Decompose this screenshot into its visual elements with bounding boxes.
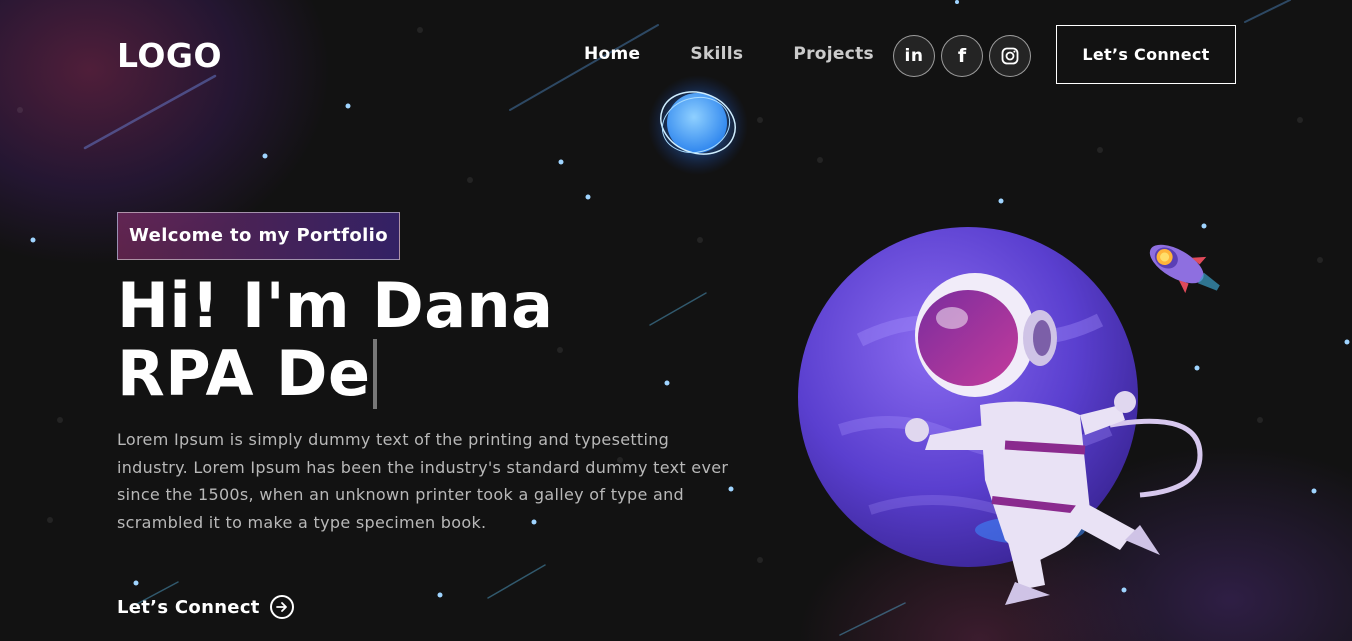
welcome-tagline: Welcome to my Portfolio (117, 212, 400, 260)
hero-role-typing: RPA De (117, 337, 371, 410)
hero-connect-label: Let’s Connect (117, 596, 260, 618)
linkedin-icon: in (904, 46, 924, 66)
typing-cursor (372, 339, 377, 409)
facebook-button[interactable]: f (941, 35, 983, 77)
hero-connect-link[interactable]: Let’s Connect (117, 595, 294, 619)
glowing-planet-icon (648, 75, 748, 175)
hero-heading: Hi! I'm Dana RPA De (117, 272, 554, 409)
nav-skills[interactable]: Skills (690, 44, 743, 64)
astronaut-illustration (798, 227, 1203, 605)
nav-projects[interactable]: Projects (793, 44, 874, 64)
logo[interactable]: LOGO (117, 36, 222, 75)
nav-home[interactable]: Home (584, 44, 640, 64)
lets-connect-button[interactable]: Let’s Connect (1056, 25, 1236, 84)
main-nav: Home Skills Projects (584, 44, 874, 64)
instagram-button[interactable] (989, 35, 1031, 77)
hero-greeting: Hi! I'm Dana (117, 269, 554, 342)
instagram-icon (1001, 47, 1019, 65)
social-links: in f (893, 35, 1031, 77)
linkedin-button[interactable]: in (893, 35, 935, 77)
facebook-icon: f (957, 45, 967, 67)
arrow-right-circle-icon (269, 595, 294, 619)
hero-description: Lorem Ipsum is simply dummy text of the … (117, 430, 729, 532)
